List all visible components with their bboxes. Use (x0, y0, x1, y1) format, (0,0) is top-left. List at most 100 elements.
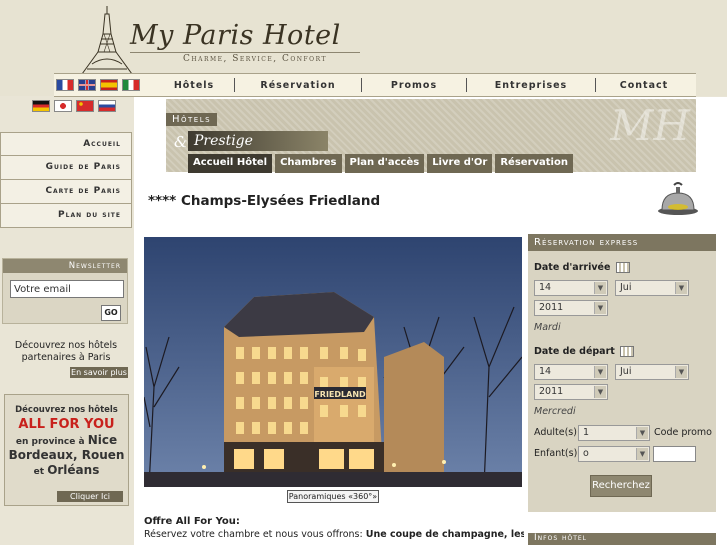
nav-hotels[interactable]: Hôtels (154, 80, 234, 91)
tab-reservation[interactable]: Réservation (495, 154, 573, 173)
arrival-month-value: Jui (620, 282, 632, 293)
main-content: Hôtels & Prestige MH Accueil Hôtel Chamb… (134, 97, 727, 545)
chevron-down-icon: ▼ (636, 448, 648, 460)
departure-month-select[interactable]: Jui ▼ (615, 364, 689, 380)
banner-prestige-label: Prestige (188, 131, 328, 151)
code-promo-input[interactable] (653, 446, 696, 462)
reservation-express-panel: Réservation express Date d'arrivée 14 ▼ … (528, 234, 716, 512)
departure-weekday: Mercredi (534, 406, 576, 417)
sidebar-item-accueil[interactable]: Accueil (0, 132, 132, 156)
banner-monogram: MH (610, 101, 690, 150)
promo-line-5-text: et (33, 467, 45, 477)
promo-line-1: Découvrez nos hôtels (15, 405, 118, 415)
header: My Paris Hotel Charme, Service, Confort … (0, 0, 727, 112)
hotel-photo[interactable]: FRIEDLAND (144, 237, 522, 487)
departure-day-select[interactable]: 14 ▼ (534, 364, 608, 380)
promo-line-3-city: Nice (87, 433, 118, 447)
panoramic-360-button[interactable]: Panoramiques «360°» (287, 490, 379, 503)
offer-text-bold: Une coupe de champagne, les petits (365, 529, 524, 540)
arrival-year-value: 2011 (539, 302, 564, 313)
arrival-day-select[interactable]: 14 ▼ (534, 280, 608, 296)
banner-amp: & (174, 133, 188, 151)
nav-contact[interactable]: Contact (596, 80, 692, 91)
children-value: o (583, 448, 589, 459)
flag-fr-icon[interactable] (56, 79, 74, 91)
newsletter-box: Newsletter GO (2, 258, 128, 324)
departure-day-value: 14 (539, 366, 552, 377)
offer-text: Réservez votre chambre et nous vous offr… (144, 529, 524, 540)
sidebar-menu: Accueil Guide de Paris Carte de Paris Pl… (0, 132, 132, 228)
offer-title: Offre All For You: (144, 516, 240, 527)
tab-accueil-hotel[interactable]: Accueil Hôtel (188, 154, 273, 173)
brand-name[interactable]: My Paris Hotel (130, 20, 341, 51)
arrival-date-label-text: Date d'arrivée (534, 262, 611, 273)
flag-jp-icon[interactable] (54, 100, 72, 112)
promo-line-3: en province à Nice (5, 433, 128, 447)
tab-chambres[interactable]: Chambres (275, 154, 342, 173)
tab-plan-acces[interactable]: Plan d'accès (344, 154, 425, 173)
promo-line-2: ALL FOR YOU (18, 417, 115, 432)
adults-value: 1 (583, 427, 590, 438)
tagline-rule (130, 52, 360, 53)
arrival-year-select[interactable]: 2011 ▼ (534, 300, 608, 316)
tab-livre-or[interactable]: Livre d'Or (427, 154, 493, 173)
arrival-weekday: Mardi (534, 322, 561, 333)
nav-entreprises[interactable]: Entreprises (467, 80, 595, 91)
chevron-down-icon: ▼ (594, 386, 606, 398)
nav-reservation[interactable]: Réservation (235, 80, 361, 91)
promo-click-button[interactable]: Cliquer Ici (57, 491, 123, 502)
calendar-icon[interactable] (615, 262, 630, 273)
promo-line-5-city: Orléans (47, 463, 100, 477)
reservation-express-title: Réservation express (528, 234, 716, 251)
code-promo-label: Code promo (654, 427, 712, 438)
promo-line-4: Bordeaux, Rouen (8, 448, 125, 462)
promo-line-5: et Orléans (5, 463, 128, 477)
newsletter-title: Newsletter (3, 259, 127, 273)
partners-text: Découvrez nos hôtels partenaires à Paris (14, 340, 118, 363)
sidebar-item-guide-de-paris[interactable]: Guide de Paris (0, 156, 132, 180)
departure-year-select[interactable]: 2011 ▼ (534, 384, 608, 400)
chevron-down-icon: ▼ (594, 366, 606, 378)
chevron-down-icon: ▼ (675, 366, 687, 378)
info-hotel-title: Infos hôtel (528, 533, 716, 545)
search-button[interactable]: Recherchez (590, 475, 652, 497)
chevron-down-icon: ▼ (594, 282, 606, 294)
flag-it-icon[interactable] (122, 79, 140, 91)
chevron-down-icon: ▼ (675, 282, 687, 294)
flag-ru-icon[interactable] (98, 100, 116, 112)
nav-promos[interactable]: Promos (362, 80, 466, 91)
newsletter-email-input[interactable] (10, 280, 124, 298)
newsletter-go-button[interactable]: GO (101, 305, 121, 321)
adults-label: Adulte(s) (534, 427, 577, 438)
language-flags-top (54, 79, 154, 91)
arrival-day-value: 14 (539, 282, 552, 293)
adults-select[interactable]: 1 ▼ (578, 425, 650, 441)
flag-es-icon[interactable] (100, 79, 118, 91)
banner-hotels-label: Hôtels (166, 113, 218, 126)
sidebar-item-carte-de-paris[interactable]: Carte de Paris (0, 180, 132, 204)
flag-cn-icon[interactable] (76, 100, 94, 112)
hotel-tabs: Accueil Hôtel Chambres Plan d'accès Livr… (188, 154, 576, 173)
partners-more-button[interactable]: En savoir plus (70, 367, 128, 378)
photo-hotel-sign: FRIEDLAND (314, 390, 366, 399)
arrival-month-select[interactable]: Jui ▼ (615, 280, 689, 296)
top-nav: Hôtels Réservation Promos Entreprises Co… (54, 73, 696, 97)
sidebar-item-plan-du-site[interactable]: Plan du site (0, 204, 132, 228)
promo-line-3-text: en province à (15, 437, 85, 447)
reception-bell-icon (658, 182, 698, 215)
brand-tagline: Charme, Service, Confort (183, 54, 328, 64)
chevron-down-icon: ▼ (636, 427, 648, 439)
departure-date-label: Date de départ (534, 346, 635, 357)
arrival-date-label: Date d'arrivée (534, 262, 630, 273)
promo-all-for-you-box[interactable]: Découvrez nos hôtels ALL FOR YOU en prov… (4, 394, 129, 506)
chevron-down-icon: ▼ (594, 302, 606, 314)
offer-text-plain: Réservez votre chambre et nous vous offr… (144, 529, 366, 540)
calendar-icon[interactable] (620, 346, 635, 357)
flag-de-icon[interactable] (32, 100, 50, 112)
departure-year-value: 2011 (539, 386, 564, 397)
departure-date-label-text: Date de départ (534, 346, 615, 357)
flag-gb-icon[interactable] (78, 79, 96, 91)
hotel-title: **** Champs-Elysées Friedland (148, 193, 381, 209)
children-select[interactable]: o ▼ (578, 446, 650, 462)
language-flags-bottom (32, 100, 120, 112)
